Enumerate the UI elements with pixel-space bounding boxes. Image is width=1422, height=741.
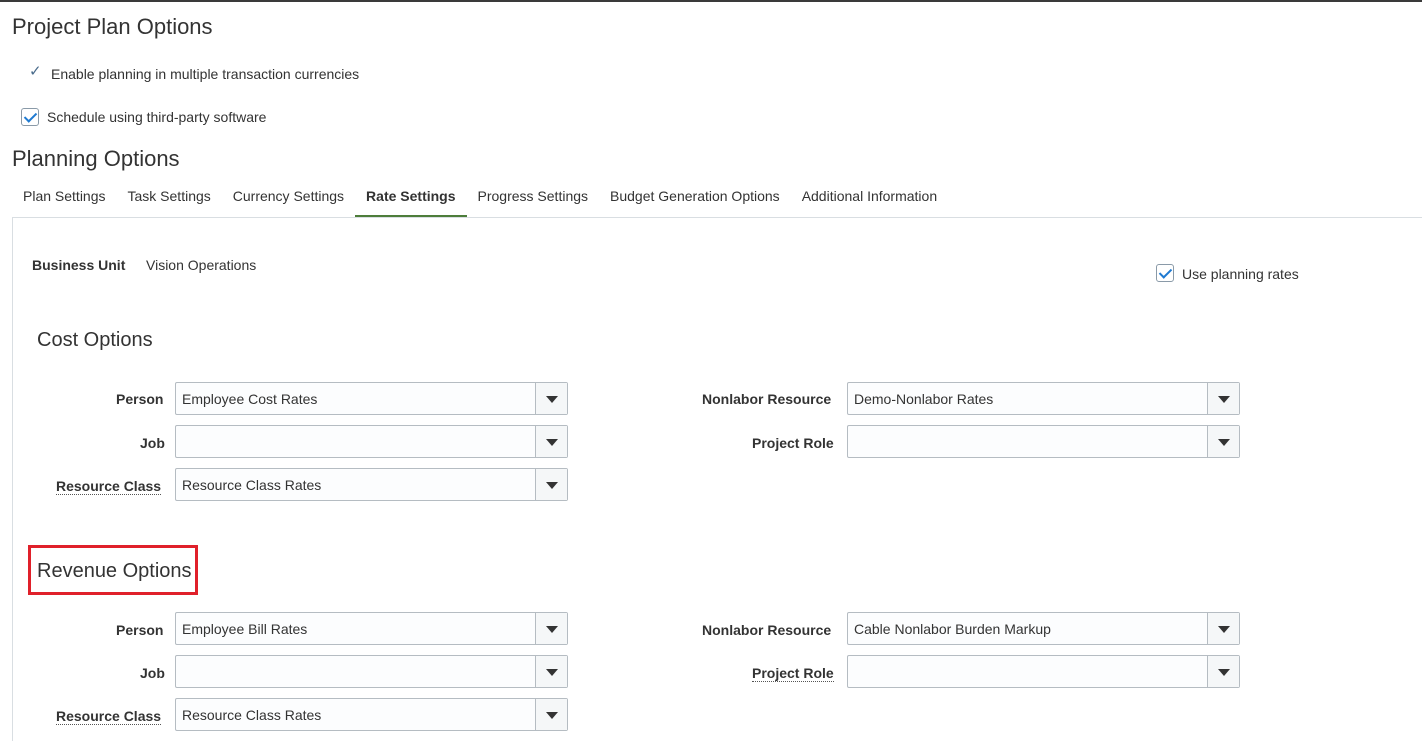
top-decorative-strip [0,0,1422,2]
cost-resource-class-select[interactable]: Resource Class Rates [175,468,568,501]
cost-nonlabor-value: Demo-Nonlabor Rates [854,391,994,407]
cost-person-value: Employee Cost Rates [182,391,318,407]
revenue-project-role-value [848,656,1207,687]
cost-project-role-label: Project Role [752,435,834,451]
revenue-resource-class-select[interactable]: Resource Class Rates [175,698,568,731]
revenue-job-value [176,656,535,687]
cost-nonlabor-select[interactable]: Demo-Nonlabor Rates [847,382,1240,415]
checkmark-icon: ✓ [29,63,42,80]
chevron-down-icon[interactable] [535,426,567,457]
chevron-down-icon[interactable] [535,383,567,414]
revenue-resource-class-label: Resource Class [56,708,162,725]
chevron-down-icon[interactable] [535,469,567,500]
revenue-options-title: Revenue Options [37,560,192,582]
planning-options-tabs: Plan Settings Task Settings Currency Set… [12,180,948,218]
tab-budget-generation-options[interactable]: Budget Generation Options [599,180,791,218]
chevron-down-icon[interactable] [1207,383,1239,414]
chevron-down-icon[interactable] [535,699,567,730]
use-planning-rates-checkbox[interactable] [1156,264,1174,282]
revenue-project-role-select[interactable] [847,655,1240,688]
revenue-nonlabor-value: Cable Nonlabor Burden Markup [854,621,1051,637]
use-planning-rates-label: Use planning rates [1182,266,1299,282]
cost-job-select[interactable] [175,425,568,458]
cost-project-role-value [848,426,1207,457]
cost-options-title: Cost Options [37,329,153,351]
revenue-resource-class-label-text: Resource Class [56,708,162,725]
multi-currency-readonly-label: Enable planning in multiple transaction … [51,66,360,82]
planning-options-title: Planning Options [12,146,180,171]
cost-person-label: Person [116,391,164,407]
schedule-third-party-checkbox[interactable] [21,108,39,126]
chevron-down-icon[interactable] [535,656,567,687]
chevron-down-icon[interactable] [535,613,567,644]
cost-job-value [176,426,535,457]
revenue-job-select[interactable] [175,655,568,688]
revenue-person-select[interactable]: Employee Bill Rates [175,612,568,645]
cost-job-label: Job [140,435,165,451]
revenue-project-role-label-text: Project Role [752,665,834,682]
revenue-person-value: Employee Bill Rates [182,621,308,637]
business-unit-value: Vision Operations [146,257,257,273]
revenue-resource-class-value: Resource Class Rates [182,707,322,723]
revenue-project-role-label: Project Role [752,665,834,682]
chevron-down-icon[interactable] [1207,613,1239,644]
tab-rate-settings[interactable]: Rate Settings [355,180,467,218]
cost-resource-class-label-text: Resource Class [56,478,162,495]
cost-nonlabor-label: Nonlabor Resource [702,391,832,407]
cost-project-role-select[interactable] [847,425,1240,458]
tab-task-settings[interactable]: Task Settings [117,180,222,218]
page-title: Project Plan Options [12,14,213,39]
chevron-down-icon[interactable] [1207,656,1239,687]
cost-person-select[interactable]: Employee Cost Rates [175,382,568,415]
revenue-person-label: Person [116,622,164,638]
cost-resource-class-label: Resource Class [56,478,162,495]
cost-resource-class-value: Resource Class Rates [182,477,322,493]
business-unit-label: Business Unit [32,257,126,273]
tab-progress-settings[interactable]: Progress Settings [467,180,600,218]
tab-additional-information[interactable]: Additional Information [791,180,948,218]
tab-currency-settings[interactable]: Currency Settings [222,180,355,218]
revenue-job-label: Job [140,665,165,681]
schedule-third-party-label: Schedule using third-party software [47,109,267,125]
revenue-nonlabor-label: Nonlabor Resource [702,622,832,638]
chevron-down-icon[interactable] [1207,426,1239,457]
tab-plan-settings[interactable]: Plan Settings [12,180,117,218]
revenue-nonlabor-select[interactable]: Cable Nonlabor Burden Markup [847,612,1240,645]
